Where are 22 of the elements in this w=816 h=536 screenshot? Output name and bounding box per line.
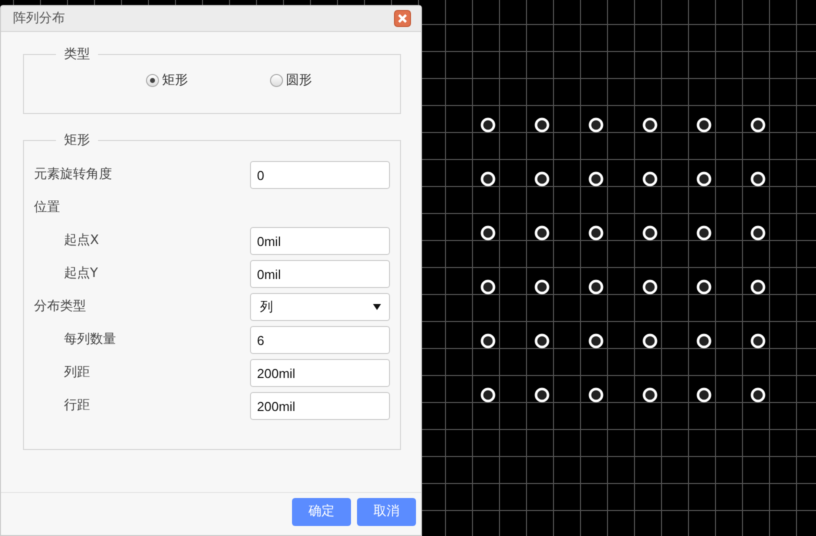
input-field[interactable]: 0mil — [250, 227, 390, 255]
radio-option[interactable]: 矩形 — [146, 71, 188, 90]
input-field[interactable]: 200mil — [250, 392, 390, 420]
input-field[interactable]: 6 — [250, 326, 390, 354]
caret-icon — [373, 304, 381, 310]
close-icon[interactable] — [394, 10, 411, 27]
input-field[interactable]: 0 — [250, 161, 390, 189]
section-label: 位置 — [34, 199, 60, 218]
field-label: 起点Y — [63, 265, 98, 284]
group-legend: 矩形 — [56, 134, 98, 146]
field-label: 分布类型 — [34, 298, 86, 316]
group-legend: 类型 — [56, 48, 98, 61]
radio-option[interactable]: 圆形 — [270, 71, 312, 90]
field-label: 每列数量 — [63, 331, 116, 350]
field-label: 起点X — [63, 232, 99, 250]
field-label: 列距 — [63, 364, 90, 382]
input-field[interactable]: 0mil — [250, 260, 390, 288]
field-label: 元素旋转角度 — [34, 166, 112, 184]
input-field[interactable]: 200mil — [250, 359, 390, 387]
dropdown[interactable]: 列 — [250, 293, 390, 321]
dialog-title: 阵列分布 — [13, 10, 65, 28]
field-label: 行距 — [63, 397, 90, 416]
